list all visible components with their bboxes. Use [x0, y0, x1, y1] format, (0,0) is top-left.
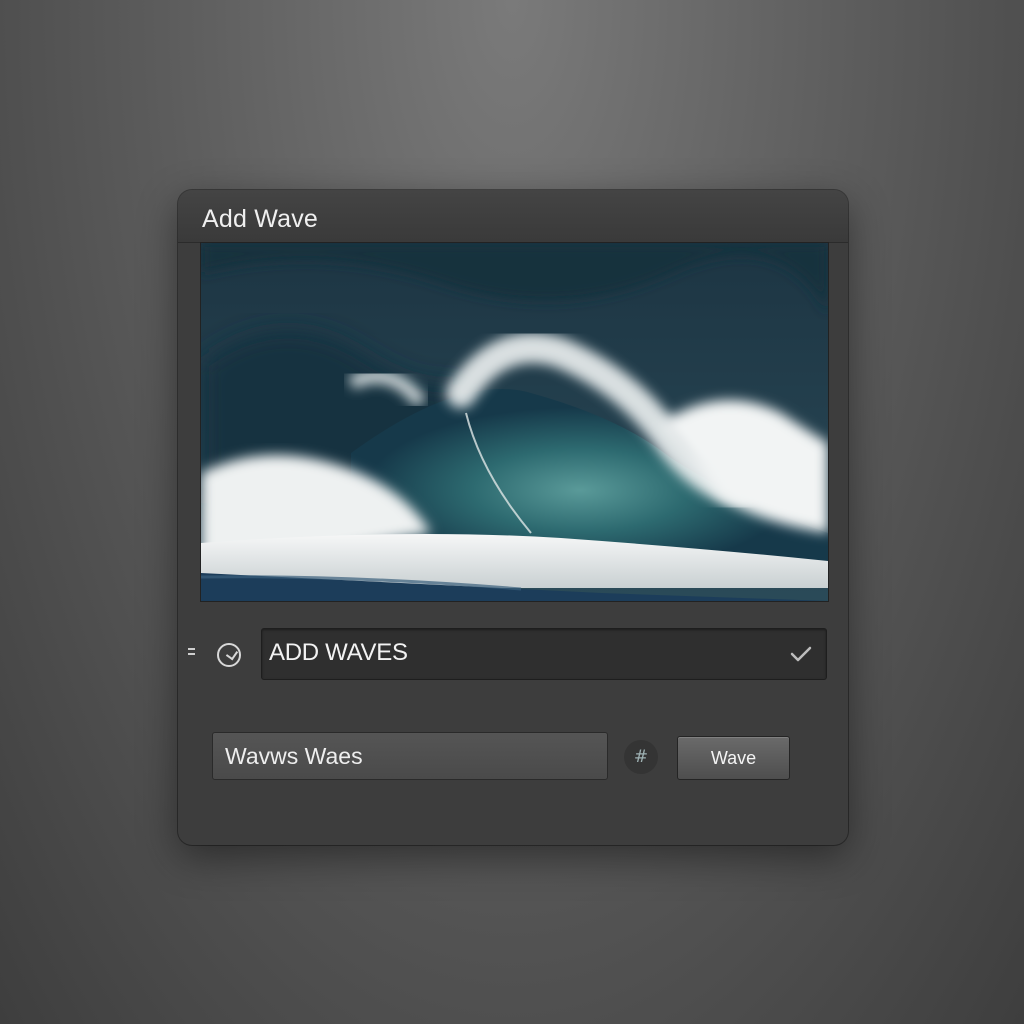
- drag-handle-icon[interactable]: [188, 648, 198, 662]
- check-icon: [790, 646, 812, 662]
- add-wave-dialog: Add Wave ADD WAVES Wavws Waes # Wave: [178, 190, 848, 845]
- wave-type-select-value: ADD WAVES: [269, 639, 408, 666]
- wave-type-row: ADD WAVES: [178, 628, 848, 682]
- dialog-titlebar: Add Wave: [178, 190, 848, 243]
- clock-icon[interactable]: [217, 643, 241, 667]
- hash-icon[interactable]: #: [624, 740, 658, 774]
- wave-name-row: # Wave: [178, 732, 848, 782]
- wave-preview-image: [200, 242, 829, 602]
- wave-type-select[interactable]: ADD WAVES: [261, 628, 827, 680]
- dialog-title: Add Wave: [202, 205, 319, 233]
- wave-button[interactable]: Wave: [677, 736, 790, 780]
- wave-name-input[interactable]: [212, 732, 608, 780]
